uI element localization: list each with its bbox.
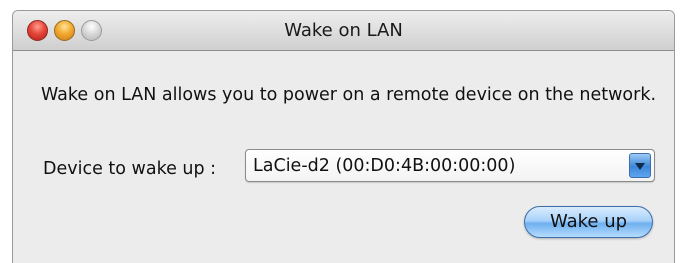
chevron-down-icon[interactable] (629, 153, 651, 178)
wake-up-button[interactable]: Wake up (524, 206, 653, 238)
device-select[interactable]: LaCie-d2 (00:D0:4B:00:00:00) (245, 149, 655, 182)
window-title: Wake on LAN (284, 20, 403, 41)
wake-on-lan-window: Wake on LAN Wake on LAN allows you to po… (12, 10, 675, 263)
titlebar[interactable]: Wake on LAN (13, 11, 674, 51)
description-text: Wake on LAN allows you to power on a rem… (41, 85, 657, 105)
device-select-value: LaCie-d2 (00:D0:4B:00:00:00) (253, 156, 516, 176)
device-label: Device to wake up : (43, 159, 217, 179)
